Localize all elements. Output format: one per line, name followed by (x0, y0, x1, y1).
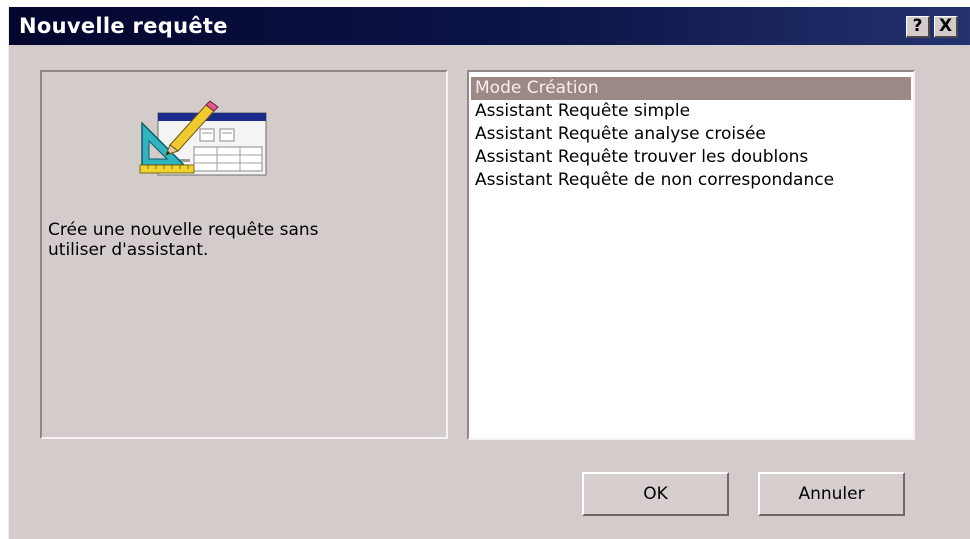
list-item[interactable]: Assistant Requête analyse croisée (471, 123, 911, 146)
query-type-list[interactable]: Mode Création Assistant Requête simple Ass… (467, 70, 915, 440)
preview-panel: Crée une nouvelle requête sans utiliser … (40, 70, 448, 439)
title-bar[interactable]: Nouvelle requête ? X (9, 7, 970, 45)
window-title: Nouvelle requête (19, 14, 228, 38)
query-design-icon (139, 100, 267, 176)
list-item[interactable]: Mode Création (471, 77, 911, 100)
list-item[interactable]: Assistant Requête de non correspondance (471, 169, 911, 192)
list-item[interactable]: Assistant Requête simple (471, 100, 911, 123)
description-text: Crée une nouvelle requête sans utiliser … (48, 220, 319, 260)
new-query-dialog: Nouvelle requête ? X Crée une nouvelle r… (8, 7, 970, 539)
ok-button[interactable]: OK (582, 472, 729, 516)
close-button[interactable]: X (934, 16, 958, 38)
list-item[interactable]: Assistant Requête trouver les doublons (471, 146, 911, 169)
help-button[interactable]: ? (906, 16, 930, 38)
cancel-button[interactable]: Annuler (758, 472, 905, 516)
